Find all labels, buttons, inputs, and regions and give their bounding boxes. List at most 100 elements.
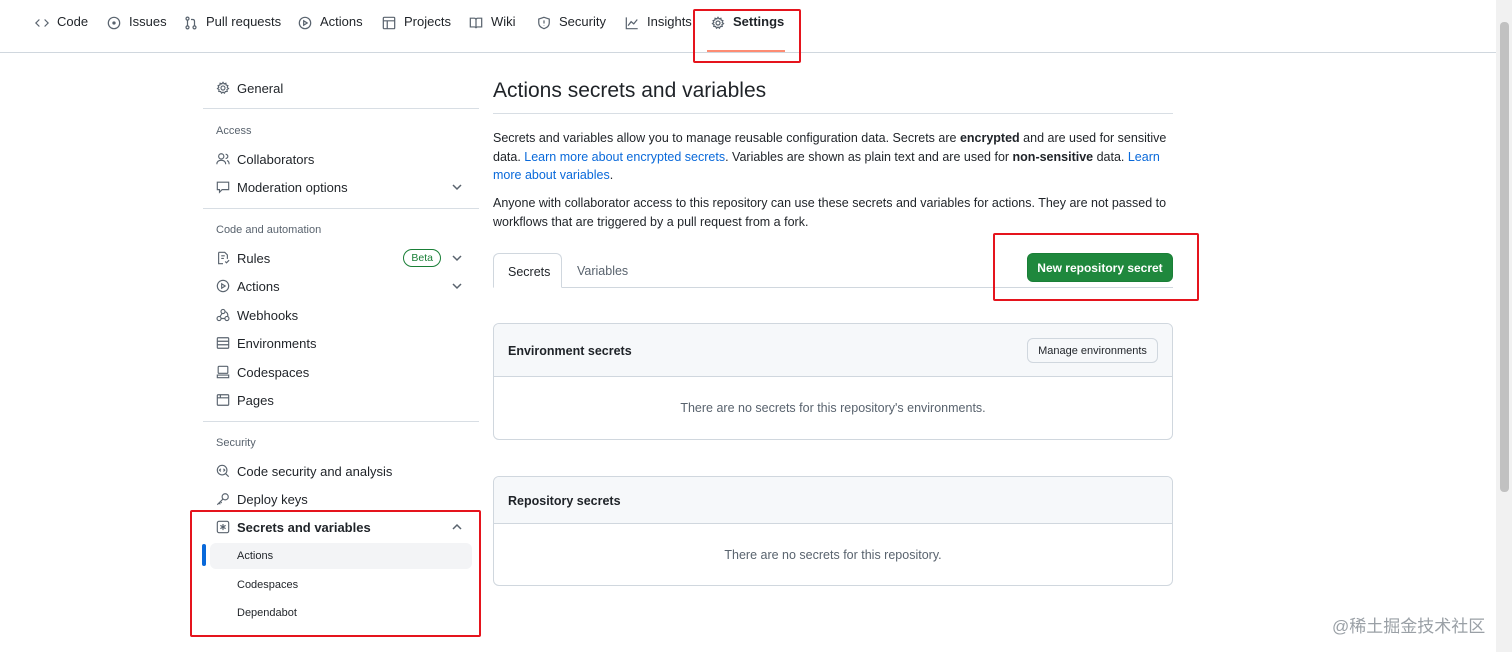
sidebar-subitem-codespaces[interactable]: Codespaces xyxy=(210,572,472,598)
sidebar-item-secrets[interactable]: Secrets and variables xyxy=(203,513,479,541)
sidebar-item-label: Secrets and variables xyxy=(237,519,371,535)
tab-actions[interactable]: Actions xyxy=(298,14,363,50)
sidebar-item-rules[interactable]: Rules Beta xyxy=(203,244,479,272)
table-icon xyxy=(382,16,396,30)
sidebar-item-deploy-keys[interactable]: Deploy keys xyxy=(203,485,479,513)
codescan-icon xyxy=(216,464,230,478)
intro-paragraph: Secrets and variables allow you to manag… xyxy=(493,129,1173,185)
graph-icon xyxy=(625,17,638,30)
webhook-icon xyxy=(216,308,230,322)
people-icon xyxy=(216,152,230,166)
intro-text: Secrets and variables allow you to manag… xyxy=(493,131,960,145)
issue-icon xyxy=(107,16,121,30)
environment-secrets-header: Environment secrets Manage environments xyxy=(494,324,1172,377)
sidebar-item-label: General xyxy=(237,80,284,96)
tab-settings[interactable]: Settings xyxy=(711,14,784,50)
tab-issues[interactable]: Issues xyxy=(107,14,167,50)
code-icon xyxy=(35,19,49,27)
sidebar-item-label: Collaborators xyxy=(237,151,315,167)
tab-insights[interactable]: Insights xyxy=(625,14,692,50)
sidebar-item-label: Pages xyxy=(237,392,274,408)
sidebar-item-label: Rules xyxy=(237,250,271,266)
sidebar-item-pages[interactable]: Pages xyxy=(203,386,479,414)
intro-bold-non-sensitive: non-sensitive xyxy=(1012,149,1094,164)
scrollbar-thumb[interactable] xyxy=(1500,22,1509,492)
tab-code-label: Code xyxy=(57,14,89,29)
sidebar-item-moderation[interactable]: Moderation options xyxy=(203,173,479,201)
title-divider xyxy=(493,113,1173,114)
tab-pull-requests-label: Pull requests xyxy=(206,14,282,29)
tab-projects[interactable]: Projects xyxy=(382,14,451,50)
learn-more-secrets-link[interactable]: Learn more about encrypted secrets xyxy=(524,150,725,164)
sidebar-item-codespaces[interactable]: Codespaces xyxy=(203,358,479,386)
comment-icon xyxy=(216,180,230,194)
repository-secrets-empty: There are no secrets for this repository… xyxy=(724,547,942,562)
environment-secrets-title: Environment secrets xyxy=(508,344,632,358)
sidebar-item-general[interactable]: General xyxy=(203,74,479,102)
key-icon xyxy=(216,492,230,506)
shield-icon xyxy=(538,16,550,30)
rules-icon xyxy=(216,251,230,265)
tab-code[interactable]: Code xyxy=(35,14,88,50)
environment-secrets-empty: There are no secrets for this repository… xyxy=(680,400,986,415)
chevron-down-icon[interactable] xyxy=(451,252,463,264)
sidebar-divider xyxy=(203,108,479,109)
tab-variables[interactable]: Variables xyxy=(563,253,642,288)
repository-secrets-box: Repository secrets There are no secrets … xyxy=(493,476,1173,586)
tab-wiki[interactable]: Wiki xyxy=(469,14,516,50)
sidebar-item-label: Environments xyxy=(237,335,317,351)
play-icon xyxy=(216,279,230,293)
browser-icon xyxy=(216,393,230,407)
pull-request-icon xyxy=(185,16,197,30)
page-title: Actions secrets and variables xyxy=(493,79,767,102)
sidebar-item-actions[interactable]: Actions xyxy=(203,272,479,300)
sidebar-heading-access: Access xyxy=(216,125,252,137)
asterisk-icon xyxy=(216,520,230,534)
sidebar-heading-security: Security xyxy=(216,437,256,449)
beta-badge: Beta xyxy=(403,249,441,267)
sidebar-divider xyxy=(203,421,479,422)
chevron-down-icon[interactable] xyxy=(451,181,463,193)
sidebar-item-label: Codespaces xyxy=(237,364,310,380)
sidebar-divider xyxy=(203,208,479,209)
chevron-up-icon[interactable] xyxy=(451,521,463,533)
sidebar-item-webhooks[interactable]: Webhooks xyxy=(203,301,479,329)
codespaces-icon xyxy=(216,365,230,379)
sidebar-item-label: Deploy keys xyxy=(237,491,308,507)
tab-settings-label: Settings xyxy=(733,14,785,29)
repository-secrets-header: Repository secrets xyxy=(494,477,1172,524)
sidebar-item-collaborators[interactable]: Collaborators xyxy=(203,145,479,173)
play-icon xyxy=(298,16,312,30)
intro-text: data. xyxy=(1093,149,1128,164)
sidebar-item-environments[interactable]: Environments xyxy=(203,329,479,357)
sidebar-subitem-actions[interactable]: Actions xyxy=(210,543,472,569)
sidebar-subitem-dependabot[interactable]: Dependabot xyxy=(210,600,472,626)
active-tab-underline xyxy=(707,50,785,52)
book-icon xyxy=(469,17,483,29)
new-repository-secret-button[interactable]: New repository secret xyxy=(1027,253,1173,282)
tab-projects-label: Projects xyxy=(404,14,451,29)
chevron-down-icon[interactable] xyxy=(451,280,463,292)
sidebar-item-label: Webhooks xyxy=(237,307,299,323)
tab-issues-label: Issues xyxy=(129,14,167,29)
tab-wiki-label: Wiki xyxy=(491,14,516,29)
tab-security[interactable]: Security xyxy=(537,14,606,50)
gear-icon xyxy=(711,16,725,30)
manage-environments-button[interactable]: Manage environments xyxy=(1027,338,1158,363)
sidebar-item-label: Moderation options xyxy=(237,179,348,195)
intro-bold-encrypted: encrypted xyxy=(959,131,1020,145)
collaborator-paragraph: Anyone with collaborator access to this … xyxy=(493,196,1167,229)
scrollbar[interactable] xyxy=(1496,0,1512,652)
watermark: @稀土掘金技术社区 xyxy=(1332,617,1486,636)
sidebar-heading-code: Code and automation xyxy=(216,224,322,236)
sidebar-item-code-security[interactable]: Code security and analysis xyxy=(203,457,479,485)
tab-security-label: Security xyxy=(559,14,606,29)
tab-actions-label: Actions xyxy=(320,14,363,29)
tab-pull-requests[interactable]: Pull requests xyxy=(184,14,281,50)
sidebar-item-label: Code security and analysis xyxy=(237,463,393,479)
intro-text: . Variables are shown as plain text and … xyxy=(725,149,1013,164)
server-icon xyxy=(216,336,230,350)
repository-secrets-title: Repository secrets xyxy=(508,494,621,508)
tab-secrets[interactable]: Secrets xyxy=(493,253,562,288)
sidebar-item-label: Actions xyxy=(237,278,280,294)
